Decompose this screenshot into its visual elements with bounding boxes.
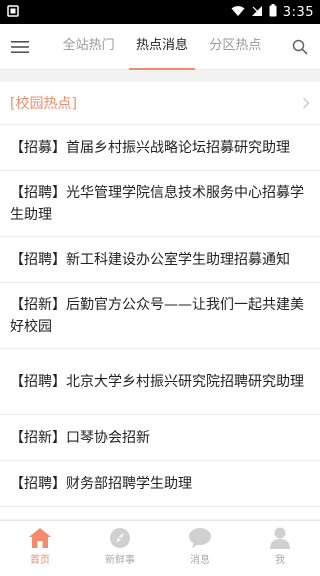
tabbar-label: 新鲜事 (105, 555, 135, 566)
tab-section-hot[interactable]: 分区热点 (199, 24, 272, 70)
news-title: 【招新】口琴协会招新 (10, 429, 150, 446)
hamburger-icon (11, 41, 29, 53)
notification-icon (6, 4, 20, 21)
home-icon (29, 528, 51, 548)
news-item[interactable]: 【招聘】新工科建设办公室学生助理招募通知 (0, 237, 320, 283)
status-bar: 3:35 (0, 0, 320, 24)
status-time: 3:35 (282, 4, 314, 20)
tabbar-label: 首页 (30, 555, 50, 566)
bottom-tab-bar: 首页 新鲜事 消息 我 (0, 520, 320, 576)
tabbar-item-me[interactable]: 我 (240, 521, 320, 576)
news-title: 【招新】后勤官方公众号——让我们一起共建美好校园 (10, 296, 304, 335)
news-title: 【招聘】光华管理学院信息技术服务中心招募学生助理 (10, 184, 304, 223)
news-item[interactable]: 【招新】口琴协会招新 (0, 415, 320, 461)
news-title: 【招募】首届乡村振兴战略论坛招募研究助理 (10, 139, 290, 156)
person-icon (270, 527, 290, 549)
tabbar-label: 我 (275, 555, 285, 566)
section-header[interactable]: [校园热点] (0, 82, 320, 125)
section-title: [校园热点] (10, 96, 77, 112)
news-item[interactable]: 【招聘】北京大学乡村振兴研究院招聘研究助理 (0, 349, 320, 415)
tabbar-item-messages[interactable]: 消息 (160, 521, 240, 576)
menu-button[interactable] (6, 33, 34, 61)
signal-icon (251, 5, 263, 20)
status-right: 3:35 (231, 4, 314, 20)
news-item[interactable]: 【招募】首届乡村振兴战略论坛招募研究助理 (0, 125, 320, 171)
top-bar: 全站热门 热点消息 分区热点 (0, 24, 320, 70)
header-tabs: 全站热门 热点消息 分区热点 (52, 24, 272, 70)
tabbar-item-fresh[interactable]: 新鲜事 (80, 521, 160, 576)
news-title: 【招聘】财务部招聘学生助理 (10, 475, 192, 492)
news-item[interactable]: 【招聘】财务部招聘学生助理 (0, 461, 320, 507)
chat-bubble-icon (189, 528, 211, 548)
search-button[interactable] (286, 33, 314, 61)
tab-all-site-hot[interactable]: 全站热门 (52, 24, 125, 70)
tabbar-label: 消息 (190, 555, 210, 566)
news-item[interactable]: 【招聘】光华管理学院信息技术服务中心招募学生助理 (0, 171, 320, 237)
status-left (6, 4, 20, 21)
news-title: 【招聘】新工科建设办公室学生助理招募通知 (10, 251, 290, 268)
news-title: 【招聘】北京大学乡村振兴研究院招聘研究助理 (10, 373, 304, 390)
news-list: [校园热点] 【招募】首届乡村振兴战略论坛招募研究助理 【招聘】光华管理学院信息… (0, 82, 320, 519)
compass-icon (110, 528, 130, 548)
news-item[interactable]: 【招新】后勤官方公众号——让我们一起共建美好校园 (0, 283, 320, 349)
chevron-right-icon (302, 97, 310, 109)
tabbar-item-home[interactable]: 首页 (0, 521, 80, 576)
battery-icon (269, 4, 277, 20)
wifi-icon (231, 5, 245, 20)
tab-hot-news[interactable]: 热点消息 (125, 24, 198, 70)
search-icon (292, 39, 308, 55)
